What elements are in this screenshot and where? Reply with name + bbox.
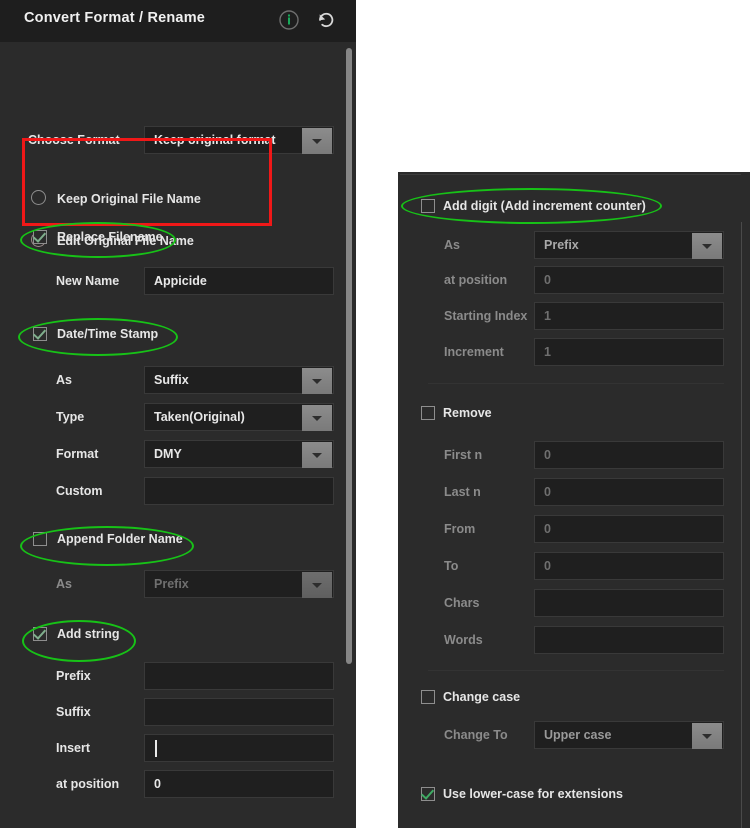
new-name-value: Appicide xyxy=(154,274,207,288)
change-to-dropdown[interactable]: Upper case xyxy=(534,721,724,749)
info-icon[interactable] xyxy=(277,8,301,32)
divider xyxy=(428,383,724,384)
chevron-down-icon[interactable] xyxy=(692,233,722,259)
chevron-down-icon[interactable] xyxy=(302,405,332,431)
remove-chars-input[interactable] xyxy=(534,589,724,617)
append-folder-as-value: Prefix xyxy=(154,577,189,591)
panel-header: Convert Format / Rename xyxy=(0,0,356,43)
add-string-insert-input[interactable] xyxy=(144,734,334,762)
change-to-value: Upper case xyxy=(544,728,612,742)
remove-label: Remove xyxy=(443,406,492,420)
remove-from-value: 0 xyxy=(544,522,551,536)
checkbox-remove[interactable] xyxy=(421,406,435,420)
datetime-type-value: Taken(Original) xyxy=(154,410,245,424)
chevron-down-icon[interactable] xyxy=(302,128,332,154)
add-digit-increment-value: 1 xyxy=(544,345,551,359)
checkbox-append-folder-name[interactable] xyxy=(33,532,47,546)
divider xyxy=(428,670,724,671)
rename-options-panel: Add digit (Add increment counter) As Pre… xyxy=(398,172,750,828)
add-string-label: Add string xyxy=(57,627,120,641)
add-string-prefix-label: Prefix xyxy=(56,669,91,683)
checkbox-use-lowercase-for-extensions[interactable] xyxy=(421,787,435,801)
convert-rename-panel: Convert Format / Rename Choose Format Ke… xyxy=(0,0,356,828)
checkbox-add-string[interactable] xyxy=(33,627,47,641)
chevron-down-icon[interactable] xyxy=(692,723,722,749)
datetime-format-dropdown[interactable]: DMY xyxy=(144,440,334,468)
remove-to-label: To xyxy=(444,559,459,573)
add-string-prefix-input[interactable] xyxy=(144,662,334,690)
add-string-at-position-value: 0 xyxy=(154,777,161,791)
left-panel-scrollbar-thumb[interactable] xyxy=(346,48,352,664)
add-digit-starting-index-value: 1 xyxy=(544,309,551,323)
add-digit-label: Add digit (Add increment counter) xyxy=(443,199,646,213)
replace-filename-label: Replace Filename xyxy=(57,230,163,244)
remove-to-input[interactable]: 0 xyxy=(534,552,724,580)
use-lowercase-for-extensions-label: Use lower-case for extensions xyxy=(443,787,623,801)
remove-chars-label: Chars xyxy=(444,596,480,610)
panel-scroll-body: Choose Format Keep original format Keep … xyxy=(0,42,356,828)
checkbox-datetime-stamp[interactable] xyxy=(33,327,47,341)
datetime-as-dropdown[interactable]: Suffix xyxy=(144,366,334,394)
remove-words-label: Words xyxy=(444,633,483,647)
radio-keep-original-file-name-label: Keep Original File Name xyxy=(57,192,201,206)
chevron-down-icon[interactable] xyxy=(302,368,332,394)
datetime-custom-input[interactable] xyxy=(144,477,334,505)
new-name-input[interactable]: Appicide xyxy=(144,267,334,295)
datetime-as-label: As xyxy=(56,373,72,387)
append-folder-as-label: As xyxy=(56,577,72,591)
remove-from-input[interactable]: 0 xyxy=(534,515,724,543)
add-digit-increment-label: Increment xyxy=(444,345,504,359)
chevron-down-icon[interactable] xyxy=(302,442,332,468)
add-digit-at-position-value: 0 xyxy=(544,273,551,287)
right-panel-edge-line xyxy=(741,222,742,828)
datetime-format-value: DMY xyxy=(154,447,182,461)
remove-from-label: From xyxy=(444,522,476,536)
add-digit-at-position-input[interactable]: 0 xyxy=(534,266,724,294)
datetime-as-value: Suffix xyxy=(154,373,189,387)
append-folder-name-label: Append Folder Name xyxy=(57,532,183,546)
radio-keep-original-file-name[interactable] xyxy=(31,190,46,205)
remove-words-input[interactable] xyxy=(534,626,724,654)
remove-first-n-input[interactable]: 0 xyxy=(534,441,724,469)
datetime-format-label: Format xyxy=(56,447,99,461)
remove-first-n-label: First n xyxy=(444,448,483,462)
add-digit-starting-index-input[interactable]: 1 xyxy=(534,302,724,330)
add-digit-as-label: As xyxy=(444,238,460,252)
remove-first-n-value: 0 xyxy=(544,448,551,462)
add-string-suffix-input[interactable] xyxy=(144,698,334,726)
datetime-type-label: Type xyxy=(56,410,85,424)
checkbox-replace-filename[interactable] xyxy=(33,230,47,244)
datetime-stamp-label: Date/Time Stamp xyxy=(57,327,159,341)
change-to-label: Change To xyxy=(444,728,508,742)
remove-to-value: 0 xyxy=(544,559,551,573)
choose-format-dropdown[interactable]: Keep original format xyxy=(144,126,334,154)
choose-format-label: Choose Format xyxy=(28,133,120,147)
add-digit-at-position-label: at position xyxy=(444,273,508,287)
remove-last-n-value: 0 xyxy=(544,485,551,499)
reset-icon[interactable] xyxy=(314,8,338,32)
checkbox-change-case[interactable] xyxy=(421,690,435,704)
screenshot-root: Convert Format / Rename Choose Format Ke… xyxy=(0,0,750,828)
right-panel-top-border xyxy=(400,174,741,175)
add-digit-starting-index-label: Starting Index xyxy=(444,309,528,323)
remove-last-n-input[interactable]: 0 xyxy=(534,478,724,506)
append-folder-as-dropdown[interactable]: Prefix xyxy=(144,570,334,598)
add-string-at-position-label: at position xyxy=(56,777,120,791)
add-digit-as-dropdown[interactable]: Prefix xyxy=(534,231,724,259)
text-caret xyxy=(155,740,157,757)
choose-format-value: Keep original format xyxy=(154,133,276,147)
add-digit-as-value: Prefix xyxy=(544,238,579,252)
new-name-label: New Name xyxy=(56,274,120,288)
add-string-suffix-label: Suffix xyxy=(56,705,91,719)
add-digit-increment-input[interactable]: 1 xyxy=(534,338,724,366)
datetime-custom-label: Custom xyxy=(56,484,103,498)
add-string-at-position-input[interactable]: 0 xyxy=(144,770,334,798)
add-string-insert-label: Insert xyxy=(56,741,91,755)
chevron-down-icon[interactable] xyxy=(302,572,332,598)
page-title: Convert Format / Rename xyxy=(24,10,206,26)
change-case-label: Change case xyxy=(443,690,521,704)
remove-last-n-label: Last n xyxy=(444,485,481,499)
datetime-type-dropdown[interactable]: Taken(Original) xyxy=(144,403,334,431)
checkbox-add-digit[interactable] xyxy=(421,199,435,213)
